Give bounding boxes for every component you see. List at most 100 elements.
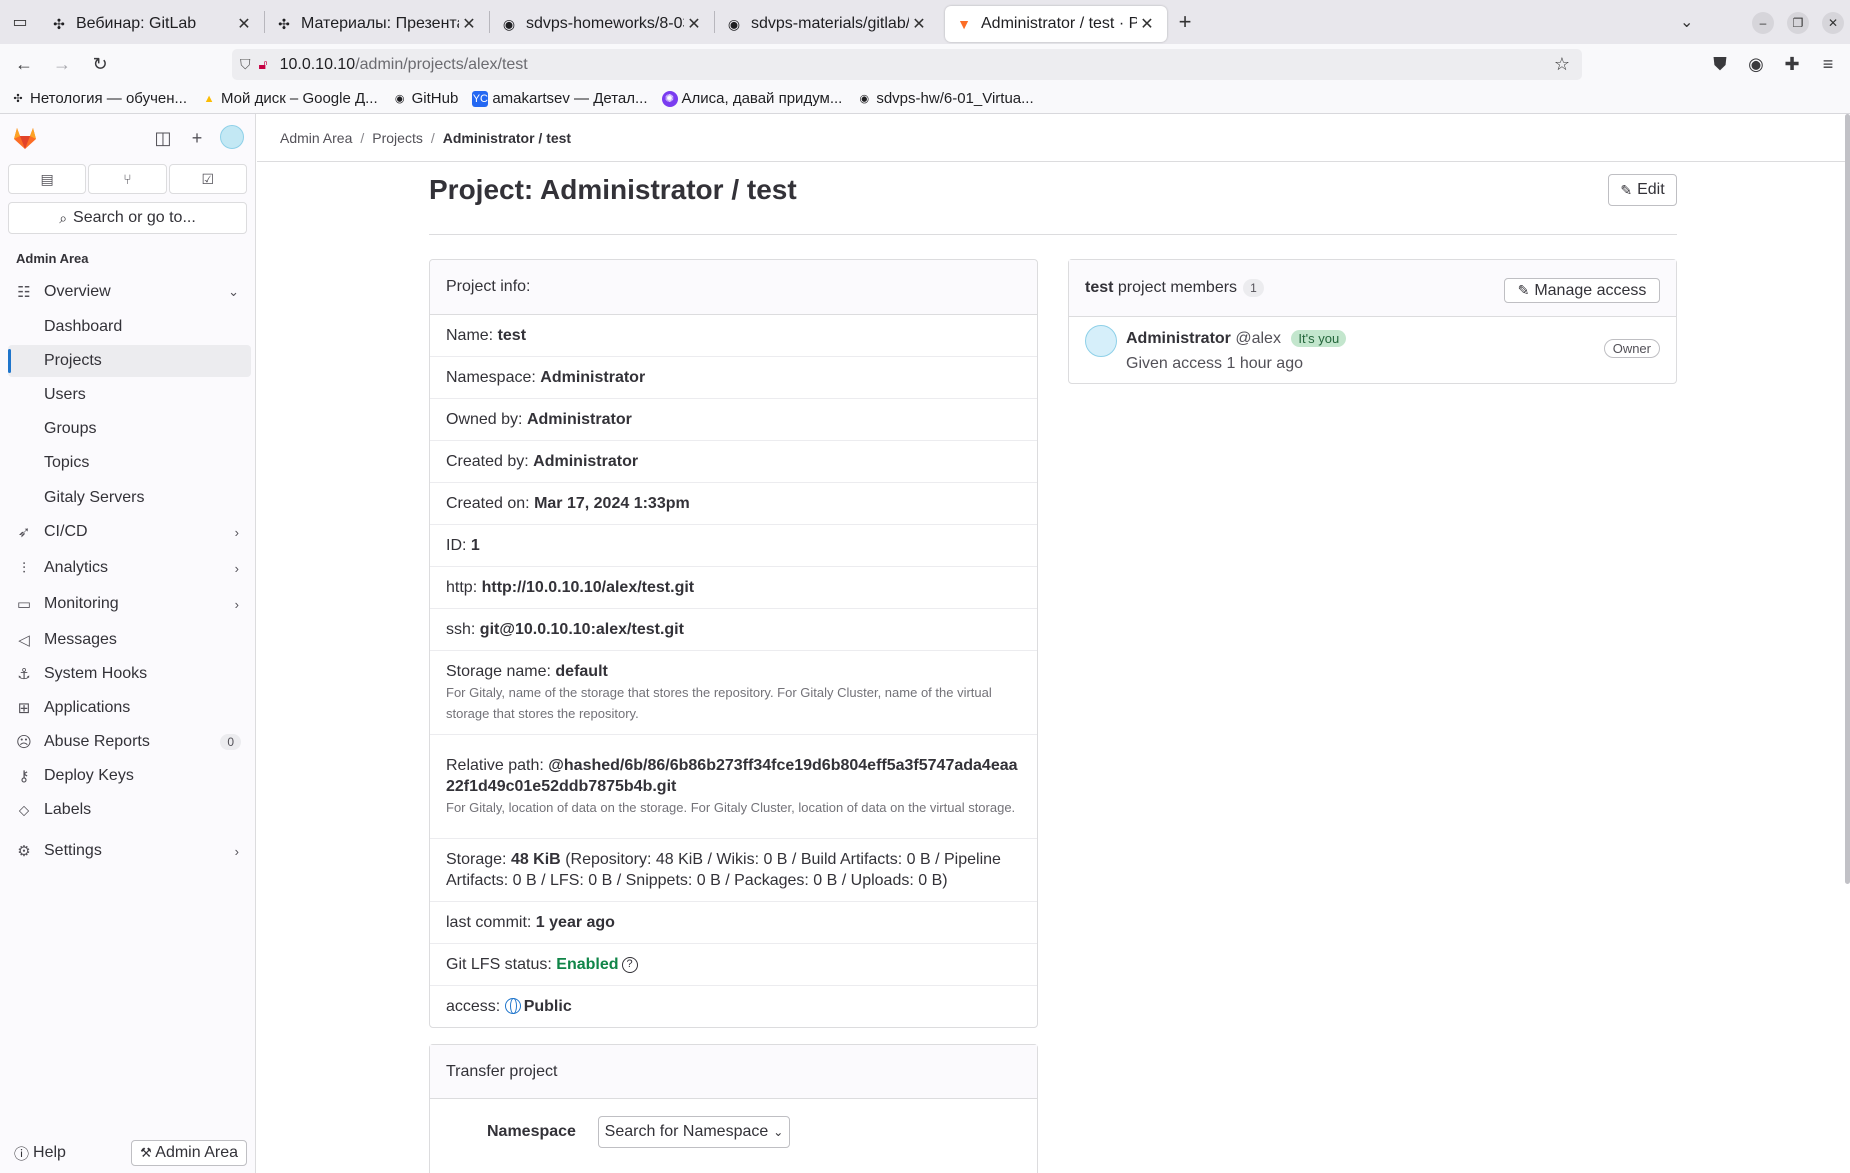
bookmark-item[interactable]: ✣ Нетология — обучен... — [10, 90, 187, 107]
edit-button[interactable]: ✎ Edit — [1608, 174, 1677, 206]
pocket-icon[interactable]: ⛊ — [1702, 48, 1738, 80]
manage-access-button[interactable]: ✎ Manage access — [1504, 278, 1660, 303]
browser-tab-3[interactable]: ◉ sdvps-homeworks/8-03.md ✕ — [490, 6, 714, 42]
create-new-icon[interactable]: + — [187, 128, 207, 148]
tab-overflow-chevron-icon[interactable]: ⌄ — [1680, 12, 1693, 32]
created-by-value[interactable]: Administrator — [533, 453, 638, 470]
tab-title: Материалы: Презентация — [301, 15, 459, 32]
name-label: Name: — [446, 327, 494, 344]
netology-icon: ✣ — [278, 15, 290, 32]
breadcrumb-admin-area[interactable]: Admin Area — [280, 130, 352, 146]
forward-icon[interactable]: → — [44, 48, 80, 80]
merge-requests-counter-icon[interactable]: ⑂ — [88, 164, 167, 194]
sidebar-item-label: Overview — [44, 283, 111, 300]
sidebar-item-label: System Hooks — [44, 665, 148, 682]
sidebar-item-monitoring[interactable]: ▭ Monitoring › — [8, 588, 251, 620]
relative-path-label: Relative path: — [446, 757, 544, 774]
shield-icon[interactable]: ⛉ — [240, 56, 251, 73]
storage-name-hint: For Gitaly, name of the storage that sto… — [446, 685, 992, 721]
browser-tab-bar: ▭ ✣ Вебинар: GitLab ✕ ✣ Материалы: Презе… — [0, 0, 1850, 44]
issues-counter-icon[interactable]: ▤ — [8, 164, 87, 194]
tab-close-icon[interactable]: ✕ — [234, 14, 254, 34]
sidebar-item-messages[interactable]: ◁ Messages — [8, 624, 251, 656]
storage-total: 48 KiB — [510, 851, 561, 868]
reload-icon[interactable]: ↻ — [82, 48, 118, 80]
bookmark-item[interactable]: ◉ sdvps-hw/6-01_Virtua... — [856, 90, 1034, 107]
member-role-badge: Owner — [1603, 339, 1660, 358]
chevron-down-icon: ⌄ — [773, 1125, 784, 1139]
user-avatar[interactable] — [220, 125, 244, 149]
info-row-created-by: Created by: Administrator — [430, 441, 1037, 483]
minimize-icon[interactable]: – — [1752, 12, 1774, 34]
sidebar-item-system-hooks[interactable]: ⚓︎ System Hooks — [8, 658, 251, 690]
sidebar-item-settings[interactable]: ⚙︎ Settings › — [8, 835, 251, 867]
browser-tab-4[interactable]: ◉ sdvps-materials/gitlab/GitLab ✕ — [715, 6, 939, 42]
page-scrollbar[interactable] — [1845, 114, 1850, 884]
sidebar-item-users[interactable]: Users — [8, 379, 251, 411]
tab-close-icon[interactable]: ✕ — [459, 14, 479, 34]
insecure-lock-icon[interactable]: 🔓︎ — [259, 56, 268, 73]
browser-tab-2[interactable]: ✣ Материалы: Презентация ✕ — [265, 6, 489, 42]
sidebar-item-analytics[interactable]: ⫶ Analytics › — [8, 552, 251, 584]
sidebar-item-topics[interactable]: Topics — [8, 447, 251, 479]
tab-close-icon[interactable]: ✕ — [909, 14, 929, 34]
question-icon[interactable]: ? — [621, 956, 638, 973]
browser-tab-5-active[interactable]: ▼ Administrator / test · Project ✕ — [945, 6, 1167, 42]
sidebar-item-labels[interactable]: ⬦ Labels — [8, 794, 251, 826]
window-close-icon[interactable]: ✕ — [1822, 12, 1844, 34]
tab-close-icon[interactable]: ✕ — [1137, 14, 1157, 34]
collapse-sidebar-icon[interactable]: ◫ — [153, 128, 173, 148]
menu-icon[interactable]: ≡ — [1810, 48, 1846, 80]
sidebar-item-groups[interactable]: Groups — [8, 413, 251, 445]
browser-tab-1[interactable]: ✣ Вебинар: GitLab ✕ — [40, 6, 264, 42]
extensions-icon[interactable]: ✚ — [1774, 48, 1810, 80]
sidebar-item-dashboard[interactable]: Dashboard — [8, 311, 251, 343]
http-url[interactable]: http://10.0.10.10/alex/test.git — [482, 579, 695, 596]
sidebar-item-overview[interactable]: ☷ Overview ⌄ — [8, 276, 251, 308]
sidebar-item-gitaly-servers[interactable]: Gitaly Servers — [8, 482, 251, 514]
abuse-reports-count: 0 — [220, 734, 241, 750]
member-name-line: Administrator @alex It's you — [1126, 330, 1347, 348]
name-value: test — [497, 327, 527, 344]
http-label: http: — [446, 579, 478, 596]
restore-icon[interactable]: ❐ — [1787, 12, 1809, 34]
lfs-status: Enabled — [556, 956, 619, 973]
tab-title: Administrator / test · Project — [981, 15, 1137, 32]
admin-area-button[interactable]: ⚒ Admin Area — [131, 1140, 247, 1166]
sidebar-item-cicd[interactable]: ➶ CI/CD › — [8, 516, 251, 548]
member-avatar[interactable] — [1085, 325, 1117, 357]
bookmark-label: Нетология — обучен... — [30, 90, 188, 107]
sidebar-item-label: Applications — [44, 699, 131, 716]
bookmark-item[interactable]: ▲ Мой диск – Google Д... — [201, 90, 378, 107]
relative-path-hint: For Gitaly, location of data on the stor… — [446, 800, 1016, 815]
breadcrumb-projects[interactable]: Projects — [372, 130, 423, 146]
ssh-url[interactable]: git@10.0.10.10:alex/test.git — [480, 621, 684, 638]
member-name[interactable]: Administrator — [1126, 330, 1231, 347]
rocket-icon: ➶ — [17, 524, 31, 541]
sidebar-item-abuse-reports[interactable]: ☹ Abuse Reports 0 — [8, 726, 251, 758]
namespace-value[interactable]: Administrator — [540, 369, 645, 386]
tab-close-icon[interactable]: ✕ — [684, 14, 704, 34]
namespace-dropdown[interactable]: Search for Namespace ⌄ — [598, 1116, 790, 1148]
help-button[interactable]: ⓘ Help — [14, 1143, 66, 1164]
bookmark-item[interactable]: ✺ Алиса, давай придум... — [661, 90, 842, 107]
sidebar-search-button[interactable]: ⌕ Search or go to... — [8, 202, 247, 234]
gitlab-logo-icon[interactable] — [12, 125, 38, 151]
bookmark-item[interactable]: ◉ GitHub — [392, 90, 459, 107]
bookmark-star-icon[interactable]: ☆ — [1554, 54, 1570, 75]
bookmark-item[interactable]: YC amakartsev — Детал... — [472, 90, 648, 107]
tab-list-icon[interactable]: ▭ — [0, 0, 40, 44]
new-tab-button[interactable]: + — [1167, 9, 1203, 35]
help-label: Help — [33, 1144, 66, 1161]
url-bar[interactable]: ⛉ 🔓︎ 10.0.10.10/admin/projects/alex/test… — [232, 49, 1582, 80]
account-icon[interactable]: ◉ — [1738, 48, 1774, 80]
todos-counter-icon[interactable]: ☑ — [168, 164, 247, 194]
sidebar-item-deploy-keys[interactable]: ⚷ Deploy Keys — [8, 760, 251, 792]
sidebar-item-projects[interactable]: Projects — [8, 345, 251, 377]
info-row-lfs: Git LFS status: Enabled? — [430, 944, 1037, 986]
sidebar-item-applications[interactable]: ⊞ Applications — [8, 692, 251, 724]
last-commit-value: 1 year ago — [535, 914, 615, 931]
breadcrumb-current[interactable]: Administrator / test — [443, 130, 571, 146]
owned-by-value[interactable]: Administrator — [527, 411, 632, 428]
back-icon[interactable]: ← — [6, 48, 42, 80]
